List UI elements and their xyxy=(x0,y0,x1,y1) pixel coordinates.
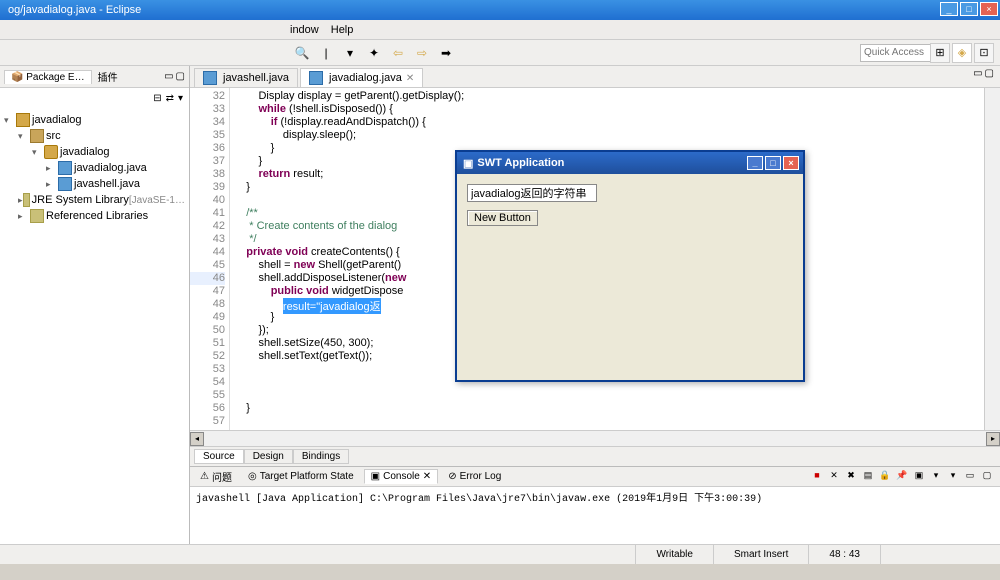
editor-minimize-icon[interactable]: ▭ xyxy=(973,68,982,79)
java-file-icon xyxy=(203,71,217,85)
package-tree: ▾javadialog ▾src ▾javadialog ▸javadialog… xyxy=(0,108,189,228)
editor-tabs: javashell.java javadialog.java✕ ▭ ▢ xyxy=(190,66,1000,88)
selected-text: result="javadialog返 xyxy=(283,298,381,314)
remove-all-icon[interactable]: ✖ xyxy=(844,470,858,484)
close-tab-icon[interactable]: ✕ xyxy=(406,73,414,84)
package-explorer-tab[interactable]: 📦 Package E… xyxy=(4,70,92,84)
minimize-button[interactable]: _ xyxy=(940,2,958,16)
tree-project[interactable]: ▾javadialog xyxy=(4,112,185,128)
swt-app-icon: ▣ xyxy=(463,157,473,170)
window-title: og/javadialog.java - Eclipse xyxy=(8,4,141,16)
menu-bar: indow Help xyxy=(0,20,1000,40)
clear-console-icon[interactable]: ▤ xyxy=(861,470,875,484)
view-menu-icon[interactable]: ▾ xyxy=(178,93,183,104)
open-perspective-button[interactable]: ⊞ xyxy=(930,43,950,63)
source-tab[interactable]: Source xyxy=(194,449,244,464)
close-button[interactable]: × xyxy=(980,2,998,16)
swt-new-button[interactable]: New Button xyxy=(467,210,538,226)
toolbar-sep: | xyxy=(316,43,336,63)
menu-help[interactable]: Help xyxy=(331,24,354,36)
tree-src[interactable]: ▾src xyxy=(4,128,185,144)
editor-tab-javashell[interactable]: javashell.java xyxy=(194,68,298,87)
open-console-icon[interactable]: ▾ xyxy=(929,470,943,484)
tree-jre-library[interactable]: ▸JRE System Library [JavaSE-1… xyxy=(4,192,185,208)
status-cursor-pos: 48 : 43 xyxy=(808,545,880,564)
editor-tab-javadialog[interactable]: javadialog.java✕ xyxy=(300,68,423,87)
swt-text-input[interactable] xyxy=(467,184,597,202)
terminate-icon[interactable]: ■ xyxy=(810,470,824,484)
scroll-left-icon[interactable]: ◂ xyxy=(190,432,204,446)
status-writable: Writable xyxy=(635,545,713,564)
swt-maximize-button[interactable]: □ xyxy=(765,156,781,170)
status-insert: Smart Insert xyxy=(713,545,808,564)
wand-icon[interactable]: ✦ xyxy=(364,43,384,63)
maximize-view-icon[interactable]: ▢ xyxy=(176,71,185,82)
swt-minimize-button[interactable]: _ xyxy=(747,156,763,170)
status-empty xyxy=(880,545,1000,564)
scroll-right-icon[interactable]: ▸ xyxy=(986,432,1000,446)
console-minimize-icon[interactable]: ▭ xyxy=(963,470,977,484)
minimize-view-icon[interactable]: ▭ xyxy=(164,71,173,82)
window-title-bar: og/javadialog.java - Eclipse _ □ × xyxy=(0,0,1000,20)
search-dropdown-icon[interactable]: 🔍 xyxy=(292,43,312,63)
bindings-tab[interactable]: Bindings xyxy=(293,449,349,464)
collapse-all-icon[interactable]: ⊟ xyxy=(153,93,161,104)
package-explorer-view: 📦 Package E… 插件 ▭ ▢ ⊟ ⇄ ▾ ▾javadialog ▾s… xyxy=(0,66,190,544)
scroll-lock-icon[interactable]: 🔒 xyxy=(878,470,892,484)
console-tabs: ⚠ 问题 ◎ Target Platform State ▣ Console ✕… xyxy=(190,467,1000,487)
status-bar: Writable Smart Insert 48 : 43 xyxy=(0,544,1000,564)
package-explorer-header: 📦 Package E… 插件 ▭ ▢ xyxy=(0,66,189,88)
error-log-tab[interactable]: ⊘ Error Log xyxy=(442,470,507,483)
plugin-perspective-button[interactable]: ⊡ xyxy=(974,43,994,63)
nav-back-icon[interactable]: ⇦ xyxy=(388,43,408,63)
link-editor-icon[interactable]: ⇄ xyxy=(166,93,174,104)
problems-tab[interactable]: ⚠ 问题 xyxy=(194,468,238,485)
console-maximize-icon[interactable]: ▢ xyxy=(980,470,994,484)
swt-dialog-title: SWT Application xyxy=(477,157,564,169)
editor-maximize-icon[interactable]: ▢ xyxy=(985,68,994,79)
quick-access-input[interactable] xyxy=(860,44,940,62)
pin-console-icon[interactable]: 📌 xyxy=(895,470,909,484)
tree-file-javadialog[interactable]: ▸javadialog.java xyxy=(4,160,185,176)
maximize-button[interactable]: □ xyxy=(960,2,978,16)
java-perspective-button[interactable]: ◈ xyxy=(952,43,972,63)
target-platform-tab[interactable]: ◎ Target Platform State xyxy=(242,470,360,483)
tree-package[interactable]: ▾javadialog xyxy=(4,144,185,160)
package-explorer-toolbar: ⊟ ⇄ ▾ xyxy=(0,88,189,108)
design-tabs: Source Design Bindings xyxy=(190,446,1000,466)
nav-last-icon[interactable]: ➡ xyxy=(436,43,456,63)
plugin-tab[interactable]: 插件 xyxy=(98,69,118,84)
java-file-icon xyxy=(309,71,323,85)
console-view: ⚠ 问题 ◎ Target Platform State ▣ Console ✕… xyxy=(190,466,1000,544)
console-tab[interactable]: ▣ Console ✕ xyxy=(364,469,439,484)
toggle-icon[interactable]: ▾ xyxy=(340,43,360,63)
console-output: javashell [Java Application] C:\Program … xyxy=(190,487,1000,507)
design-tab[interactable]: Design xyxy=(244,449,293,464)
swt-dialog-title-bar[interactable]: ▣ SWT Application _ □ × xyxy=(457,152,803,174)
line-gutter: 323334353637383940414243444546▸474849505… xyxy=(190,88,230,430)
tree-referenced-libs[interactable]: ▸Referenced Libraries xyxy=(4,208,185,224)
swt-application-dialog: ▣ SWT Application _ □ × New Button xyxy=(455,150,805,382)
vertical-scrollbar[interactable] xyxy=(984,88,1000,430)
new-console-icon[interactable]: ▾ xyxy=(946,470,960,484)
swt-close-button[interactable]: × xyxy=(783,156,799,170)
main-toolbar: 🔍 | ▾ ✦ ⇦ ⇨ ➡ ⊞ ◈ ⊡ xyxy=(0,40,1000,66)
nav-fwd-icon[interactable]: ⇨ xyxy=(412,43,432,63)
remove-launch-icon[interactable]: ✕ xyxy=(827,470,841,484)
display-selected-icon[interactable]: ▣ xyxy=(912,470,926,484)
tree-file-javashell[interactable]: ▸javashell.java xyxy=(4,176,185,192)
menu-window[interactable]: indow xyxy=(290,24,319,36)
editor-hscroll[interactable]: ◂ ▸ xyxy=(190,430,1000,446)
